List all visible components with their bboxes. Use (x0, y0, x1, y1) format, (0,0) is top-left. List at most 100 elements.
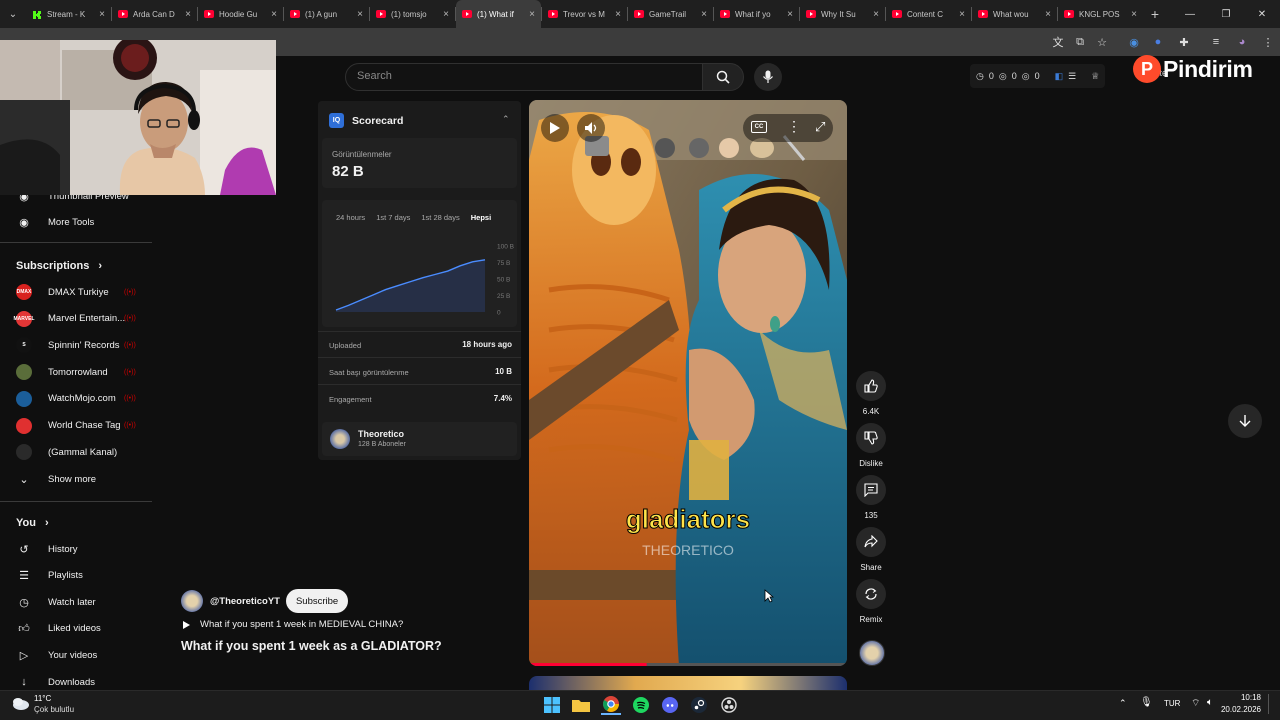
browser-tab[interactable]: (1) What if × (456, 0, 541, 28)
browser-tab[interactable]: (1) tomsjo × (370, 0, 455, 28)
browser-tab[interactable]: Trevor vs M × (542, 0, 627, 28)
subscription-item[interactable]: (Gammal Kanal) (0, 439, 152, 465)
sidebar-item-history[interactable]: ↺ History (0, 536, 152, 562)
steam-icon[interactable] (689, 695, 709, 715)
file-explorer-icon[interactable] (571, 695, 591, 715)
fullscreen-icon[interactable]: ⤢ (815, 119, 825, 135)
close-tab-icon[interactable]: × (529, 9, 535, 20)
close-tab-icon[interactable]: × (357, 9, 363, 20)
dislike-button[interactable] (856, 423, 886, 453)
play-button[interactable] (541, 114, 569, 142)
minimize-button[interactable]: — (1172, 0, 1208, 28)
extension-icon[interactable]: ◉ (1126, 34, 1142, 50)
mute-button[interactable] (577, 114, 605, 142)
obs-icon[interactable] (719, 695, 739, 715)
subscription-item[interactable]: Tomorrowland ((•)) (0, 359, 152, 385)
subscription-item[interactable]: WatchMojo.com ((•)) (0, 386, 152, 412)
maximize-button[interactable]: ❐ (1208, 0, 1244, 28)
search-button[interactable] (702, 63, 744, 91)
you-heading[interactable]: You › (16, 517, 49, 529)
microphone-icon[interactable]: 🎙︎ (1140, 697, 1153, 708)
like-action[interactable]: 6.4K (856, 371, 886, 416)
close-tab-icon[interactable]: × (443, 9, 449, 20)
browser-tab[interactable]: Why It Su × (800, 0, 885, 28)
input-language[interactable]: TUR (1164, 699, 1180, 708)
list-icon[interactable]: ☰ (1068, 71, 1076, 82)
reading-list-icon[interactable]: ≡ (1208, 34, 1224, 50)
subscribe-button[interactable]: Subscribe (285, 589, 349, 613)
share-action[interactable]: Share (856, 527, 886, 572)
share-button[interactable] (856, 527, 886, 557)
collapse-chevron-icon[interactable]: ⌃ (502, 114, 510, 125)
show-desktop-button[interactable] (1268, 694, 1276, 714)
channel-avatar[interactable] (181, 590, 203, 612)
translate-icon[interactable]: 文 (1050, 34, 1066, 50)
sidebar-item-your-videos[interactable]: ▷ Your videos (0, 642, 152, 668)
profile-avatar[interactable]: ◕ (1234, 34, 1250, 50)
channel-card[interactable]: Theoretico 128 B Aboneler (322, 422, 517, 456)
close-tab-icon[interactable]: × (615, 9, 621, 20)
subscription-item[interactable]: DMAX DMAX Turkiye ((•)) (0, 279, 152, 305)
close-tab-icon[interactable]: × (701, 9, 707, 20)
chrome-menu-icon[interactable]: ⋮ (1260, 34, 1276, 50)
tab-search-dropdown[interactable]: ⌄ (0, 0, 26, 28)
captions-icon[interactable]: CC (751, 121, 767, 133)
extension-badge-icon[interactable]: ◧ (1055, 71, 1064, 82)
show-hidden-icons[interactable]: ⌃ (1119, 698, 1127, 709)
comments-action[interactable]: 135 (856, 475, 886, 520)
spotify-icon[interactable] (631, 695, 651, 715)
discord-icon[interactable] (660, 695, 680, 715)
channel-handle[interactable]: @TheoreticoYT (210, 596, 280, 607)
browser-tab[interactable]: (1) A gun × (284, 0, 369, 28)
clock-time[interactable]: 10:18 (1221, 693, 1261, 702)
sidebar-item-more-tools[interactable]: ◉ More Tools (0, 209, 152, 235)
sidebar-item-like[interactable]: 👍︎ Liked videos (0, 616, 152, 642)
close-tab-icon[interactable]: × (271, 9, 277, 20)
sidebar-item-playlists[interactable]: ☰ Playlists (0, 563, 152, 589)
remix-action[interactable]: Remix (856, 579, 886, 624)
chrome-icon[interactable] (601, 695, 621, 715)
clock-date[interactable]: 20.02.2026 (1213, 705, 1261, 714)
close-tab-icon[interactable]: × (787, 9, 793, 20)
browser-tab[interactable]: What wou × (972, 0, 1057, 28)
windows-start-icon[interactable] (542, 695, 562, 715)
like-button[interactable] (856, 371, 886, 401)
subscription-item[interactable]: World Chase Tag ((•)) (0, 413, 152, 439)
close-tab-icon[interactable]: × (99, 9, 105, 20)
playlist-link[interactable]: What if you spent 1 week in MEDIEVAL CHI… (182, 619, 403, 630)
browser-tab[interactable]: GameTrail × (628, 0, 713, 28)
dislike-action[interactable]: Dislike (856, 423, 886, 468)
subscription-item[interactable]: MARVEL Marvel Entertain... ((•)) (0, 306, 152, 332)
comments-button[interactable] (856, 475, 886, 505)
shorts-video-player[interactable]: gladiators THEORETICO CC ⋮ ⤢ (529, 100, 847, 666)
subscriptions-heading[interactable]: Subscriptions › (16, 260, 102, 272)
close-tab-icon[interactable]: × (1045, 9, 1051, 20)
browser-tab[interactable]: KNGL POS × (1058, 0, 1143, 28)
subscription-item[interactable]: S Spinnin' Records ((•)) (0, 332, 152, 358)
close-tab-icon[interactable]: × (959, 9, 965, 20)
weather-icon[interactable] (11, 695, 31, 711)
close-window-button[interactable]: ✕ (1244, 0, 1280, 28)
browser-tab[interactable]: Stream - K × (26, 0, 111, 28)
next-short-preview[interactable] (529, 676, 847, 690)
browser-tab[interactable]: Arda Can D × (112, 0, 197, 28)
voice-search-button[interactable] (754, 63, 782, 91)
trophy-icon[interactable]: ♕ (1091, 71, 1099, 82)
browser-tab[interactable]: Hoodie Gu × (198, 0, 283, 28)
search-input[interactable]: Search (345, 63, 703, 91)
show-more-button[interactable]: ⌄ Show more (0, 466, 152, 492)
bookmark-star-icon[interactable]: ☆ (1094, 34, 1110, 50)
remix-button[interactable] (856, 579, 886, 609)
install-icon[interactable]: ⧉ (1072, 34, 1088, 50)
browser-tab[interactable]: Content C × (886, 0, 971, 28)
close-tab-icon[interactable]: × (873, 9, 879, 20)
extensions-puzzle-icon[interactable]: ✚ (1176, 34, 1192, 50)
extension-icon[interactable]: ● (1150, 34, 1166, 50)
channel-avatar-small[interactable] (859, 640, 885, 666)
sidebar-item-watch-later[interactable]: ◷ Watch later (0, 589, 152, 615)
browser-tab[interactable]: What if yo × (714, 0, 799, 28)
network-icon[interactable]: ⌔ (1191, 697, 1200, 710)
close-tab-icon[interactable]: × (185, 9, 191, 20)
new-tab-button[interactable]: + (1143, 6, 1167, 22)
more-options-icon[interactable]: ⋮ (787, 118, 801, 135)
